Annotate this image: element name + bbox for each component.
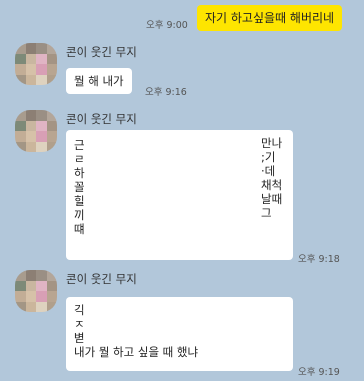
avatar[interactable]: [15, 43, 57, 85]
message-line: 긱: [74, 303, 85, 317]
message-bubble[interactable]: 긱 ㅈ 볃 내가 뭘 하고 싶을 때 했냐: [66, 297, 293, 371]
message-line: 떄: [74, 222, 85, 236]
message-line: ㄹ: [74, 152, 85, 166]
message-line: ㅈ: [74, 317, 85, 331]
sender-name: 콘이 웃긴 무지: [66, 272, 137, 286]
message-time: 오후 9:00: [146, 20, 188, 31]
message-line: 내가 뭘 하고 싶을 때 했냐: [74, 345, 199, 359]
message-line: 그: [261, 206, 272, 220]
message-text-left: 근 ㄹ 하 꼴 힐 끼 떄: [74, 138, 85, 236]
message-line: 채척: [261, 178, 283, 192]
message-line: 힐: [74, 194, 85, 208]
message-time: 오후 9:19: [298, 367, 340, 378]
message-line: 끼: [74, 208, 85, 222]
avatar[interactable]: [15, 270, 57, 312]
message-text-right: 만나 ;기 ·데 채척 날때 그: [261, 136, 282, 220]
message-bubble[interactable]: 뭘 해 내가: [66, 68, 132, 94]
message-time: 오후 9:16: [145, 87, 187, 98]
message-text: 뭘 해 내가: [74, 74, 124, 88]
message-line: 근: [74, 138, 85, 152]
message-line: 볃: [74, 331, 85, 345]
message-line: ·데: [261, 164, 276, 178]
message-line: 날때: [261, 192, 283, 206]
avatar[interactable]: [15, 110, 57, 152]
message-time: 오후 9:18: [298, 254, 340, 265]
message-line: 꼴: [74, 180, 85, 194]
message-text: 긱 ㅈ 볃 내가 뭘 하고 싶을 때 했냐: [74, 303, 198, 359]
sender-name: 콘이 웃긴 무지: [66, 112, 137, 126]
sender-name: 콘이 웃긴 무지: [66, 45, 137, 59]
message-line: 만나: [261, 136, 283, 150]
message-line: 하: [74, 166, 85, 180]
message-bubble[interactable]: 근 ㄹ 하 꼴 힐 끼 떄 만나 ;기 ·데 채척 날때 그: [66, 130, 293, 260]
message-line: ;기: [261, 150, 276, 164]
my-message-bubble[interactable]: 자기 하고싶을때 해버리네: [197, 5, 343, 31]
